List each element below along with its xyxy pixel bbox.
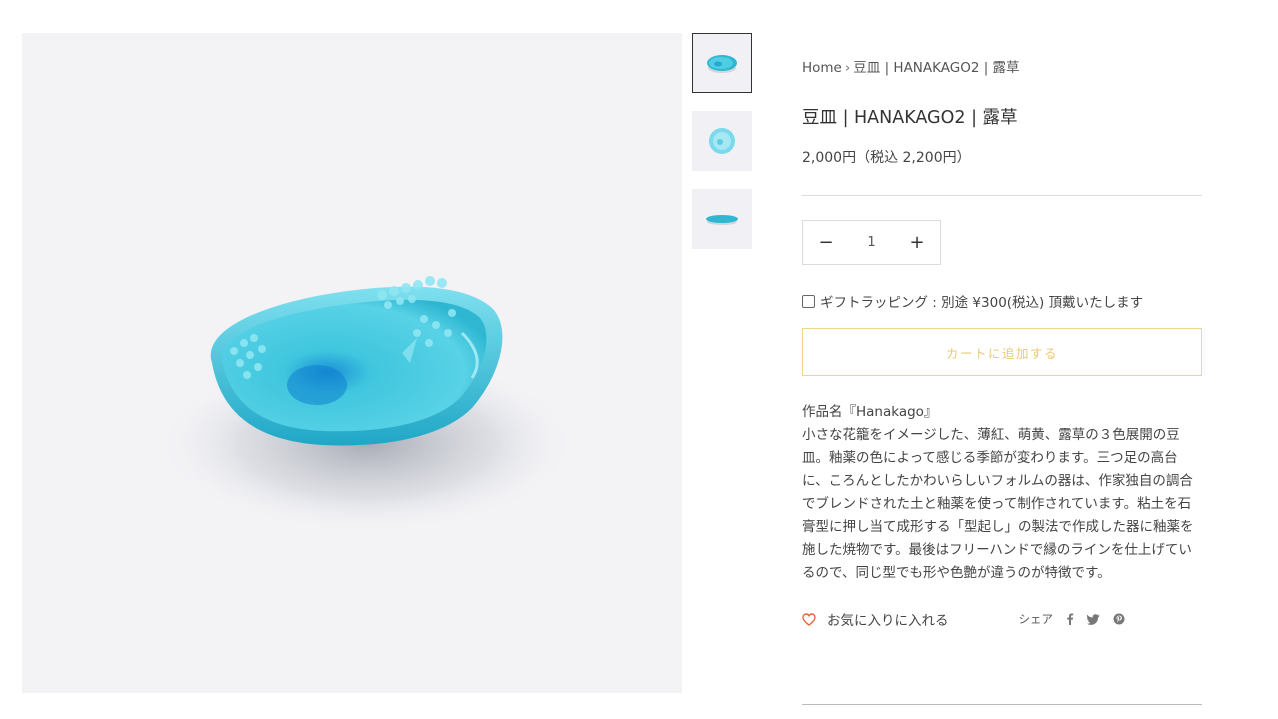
thumbnail-3[interactable]	[692, 189, 752, 249]
dish-thumb-angle-icon	[707, 55, 737, 73]
thumbnail-1[interactable]	[692, 33, 752, 93]
favorite-label: お気に入りに入れる	[827, 613, 949, 629]
gift-wrapping-option[interactable]: ギフトラッピング : 別途 ¥300(税込) 頂戴いたします	[802, 291, 1202, 311]
quantity-input[interactable]: 1	[852, 235, 892, 250]
breadcrumb-current: 豆皿 | HANAKAGO2 | 露草	[853, 60, 1020, 76]
facebook-icon[interactable]	[1066, 613, 1074, 625]
breadcrumb-home-link[interactable]: Home	[802, 60, 842, 76]
quantity-stepper: − 1 +	[802, 220, 941, 265]
share-section: シェア	[1019, 611, 1126, 627]
bottom-divider	[802, 704, 1202, 705]
gift-wrapping-checkbox[interactable]	[802, 294, 815, 308]
product-title: 豆皿 | HANAKAGO2 | 露草	[802, 108, 1018, 128]
thumbnail-2[interactable]	[692, 111, 752, 171]
breadcrumb: Home › 豆皿 | HANAKAGO2 | 露草	[802, 58, 1202, 78]
dish-illustration	[157, 276, 577, 533]
product-info: Home › 豆皿 | HANAKAGO2 | 露草 豆皿 | HANAKAGO2 …	[802, 58, 1202, 629]
thumbnail-list	[692, 33, 752, 267]
pinterest-icon[interactable]	[1113, 613, 1125, 625]
product-price: 2,000円（税込 2,200円）	[802, 150, 971, 166]
dish-thumb-side-icon	[706, 215, 738, 225]
gift-wrapping-label: ギフトラッピング : 別途 ¥300(税込) 頂戴いたします	[820, 295, 1144, 311]
increase-quantity-button[interactable]: +	[894, 221, 940, 264]
add-to-cart-button[interactable]: カートに追加する	[802, 328, 1202, 376]
description-work-name: 作品名『Hanakago』	[802, 404, 938, 420]
heart-icon	[802, 612, 816, 626]
product-actions: お気に入りに入れる シェア	[802, 609, 1202, 629]
share-label: シェア	[1018, 612, 1054, 626]
dish-thumb-top-icon	[709, 128, 735, 154]
divider	[802, 195, 1202, 196]
breadcrumb-separator: ›	[844, 60, 851, 76]
description-body: 小さな花籠をイメージした、薄紅、萌黄、露草の３色展開の豆皿。釉薬の色によって感じ…	[802, 427, 1194, 581]
main-product-image[interactable]	[22, 33, 682, 693]
product-description: 作品名『Hanakago』 小さな花籠をイメージした、薄紅、萌黄、露草の３色展開…	[802, 401, 1197, 585]
twitter-icon[interactable]	[1087, 613, 1100, 625]
decrease-quantity-button[interactable]: −	[803, 221, 849, 264]
add-to-favorites-button[interactable]: お気に入りに入れる	[802, 609, 949, 629]
